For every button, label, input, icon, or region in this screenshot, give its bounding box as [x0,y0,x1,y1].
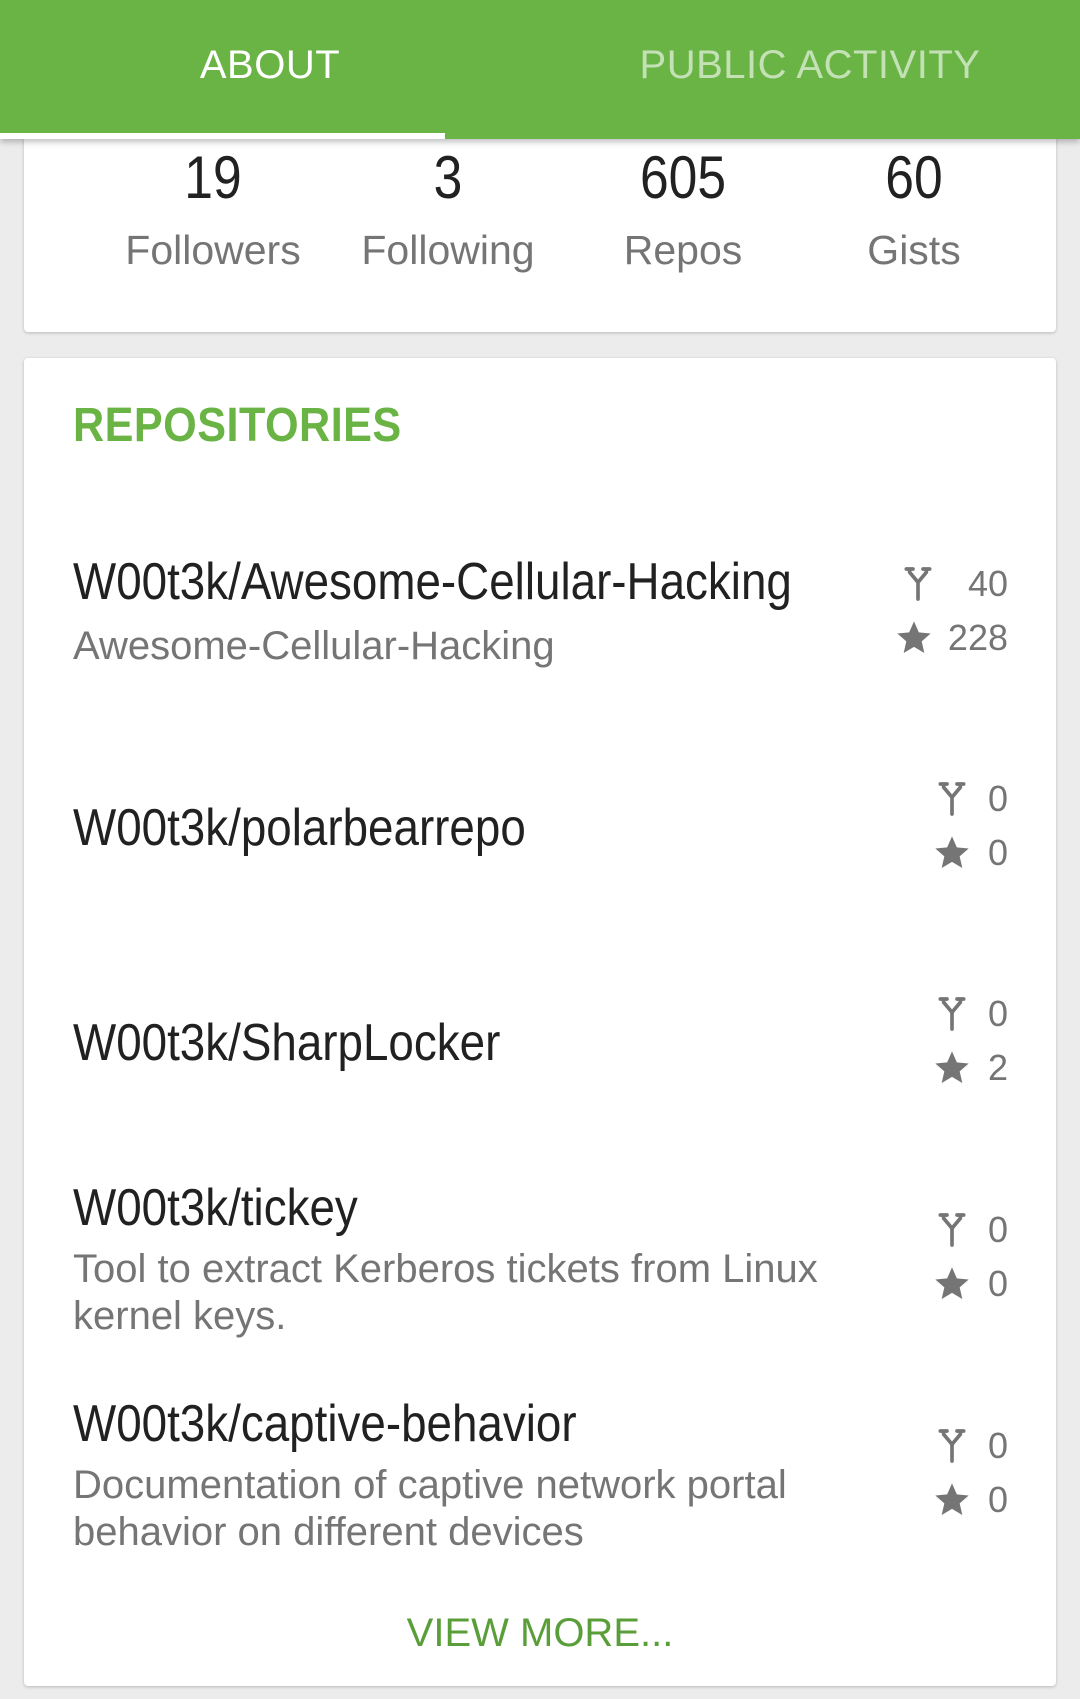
repo-stars: 2 [932,1045,1008,1091]
repo-forks: 40 [898,561,1008,607]
tab-active-indicator [0,133,445,139]
repo-description: Documentation of captive network portal … [73,1463,787,1554]
fork-count: 0 [987,778,1008,819]
star-icon [935,836,969,868]
fork-count: 0 [987,993,1008,1034]
repositories-title: REPOSITORIES [73,399,402,452]
fork-count: 40 [967,563,1008,604]
following-label: Following [361,227,535,273]
fork-count: 0 [987,1425,1008,1466]
gists-count: 60 [885,144,943,211]
repo-name[interactable]: W00t3k/SharpLocker [73,1011,500,1075]
followers-label: Followers [125,227,301,273]
repo-forks: 0 [932,1423,1008,1469]
star-count: 2 [987,1047,1008,1088]
star-icon [935,1267,969,1299]
tab-public-activity[interactable]: PUBLIC ACTIVITY [540,0,1080,139]
fork-icon [938,997,966,1031]
following-count: 3 [433,144,463,211]
repo-description: Tool to extract Kerberos tickets from Li… [73,1247,818,1338]
fork-count: 0 [987,1209,1008,1250]
star-icon [935,1051,969,1083]
star-count: 0 [987,1479,1008,1520]
repo-forks: 0 [932,1207,1008,1253]
fork-icon [938,1213,966,1247]
repo-stars: 0 [932,1261,1008,1307]
star-count: 0 [987,832,1008,873]
repo-name[interactable]: W00t3k/tickey [73,1176,358,1240]
star-icon [897,621,931,653]
tab-about-label: ABOUT [199,43,341,87]
view-more-link[interactable]: VIEW MORE... [24,1608,1056,1658]
repo-stars: 228 [894,615,1008,661]
gists-label: Gists [867,227,961,273]
repo-name[interactable]: W00t3k/polarbearrepo [73,796,526,860]
repo-name[interactable]: W00t3k/Awesome-Cellular-Hacking [73,550,792,614]
tab-public-activity-label: PUBLIC ACTIVITY [639,43,981,87]
repos-count: 605 [639,144,727,211]
star-count: 0 [987,1263,1008,1304]
repositories-card: REPOSITORIES W00t3k/Awesome-Cellular-Hac… [24,358,1056,1686]
repo-stars: 0 [932,830,1008,876]
tab-bar: ABOUT PUBLIC ACTIVITY [0,0,1080,139]
fork-icon [904,567,932,601]
repo-name[interactable]: W00t3k/captive-behavior [73,1392,577,1456]
star-count: 228 [947,617,1008,658]
fork-icon [938,782,966,816]
repos-label: Repos [623,227,743,273]
fork-icon [938,1429,966,1463]
repo-description: Awesome-Cellular-Hacking [73,624,555,668]
repo-stars: 0 [932,1477,1008,1523]
star-icon [935,1483,969,1515]
tab-about[interactable]: ABOUT [0,0,540,139]
repo-forks: 0 [932,991,1008,1037]
repo-forks: 0 [932,776,1008,822]
followers-count: 19 [184,144,242,211]
